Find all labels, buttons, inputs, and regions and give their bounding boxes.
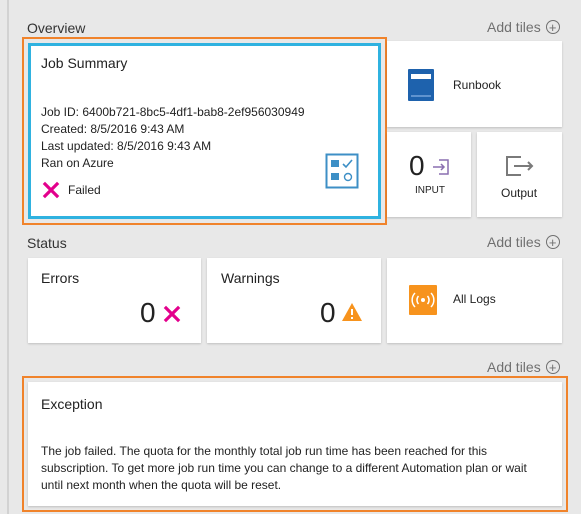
input-label: INPUT xyxy=(415,185,445,196)
plus-circle-icon: + xyxy=(545,20,560,34)
warnings-count: 0 xyxy=(320,297,336,328)
input-tile[interactable] xyxy=(387,132,471,217)
left-divider xyxy=(7,0,9,514)
error-x-icon xyxy=(163,305,181,323)
runbook-book-icon xyxy=(408,69,434,101)
add-tiles-label: Add tiles xyxy=(487,359,541,375)
exception-add-tiles-button[interactable]: Add tiles + xyxy=(487,359,560,375)
add-tiles-label: Add tiles xyxy=(487,19,541,35)
input-arrow-icon xyxy=(433,159,449,175)
plus-circle-icon: + xyxy=(545,235,560,249)
add-tiles-label: Add tiles xyxy=(487,234,541,250)
job-created: Created: 8/5/2016 9:43 AM xyxy=(41,122,185,136)
errors-label: Errors xyxy=(41,270,80,286)
job-summary-title: Job Summary xyxy=(41,55,128,71)
overview-add-tiles-button[interactable]: Add tiles + xyxy=(487,19,560,35)
job-ran-on: Ran on Azure xyxy=(41,156,114,170)
job-summary-icon xyxy=(325,153,359,189)
job-status-label: Failed xyxy=(68,183,101,197)
output-label: Output xyxy=(501,186,538,200)
job-id: Job ID: 6400b721-8bc5-4df1-bab8-2ef95603… xyxy=(41,105,305,119)
all-logs-label: All Logs xyxy=(453,292,496,306)
job-details: Job ID: 6400b721-8bc5-4df1-bab8-2ef95603… xyxy=(41,104,305,172)
exception-title: Exception xyxy=(41,396,103,412)
failed-x-icon xyxy=(42,181,60,199)
status-section-title: Status xyxy=(27,235,67,251)
runbook-label: Runbook xyxy=(453,78,502,92)
exception-message: The job failed. The quota for the monthl… xyxy=(41,444,527,492)
job-status: Failed xyxy=(42,181,101,199)
status-add-tiles-button[interactable]: Add tiles + xyxy=(487,234,560,250)
errors-count: 0 xyxy=(140,297,156,328)
input-count: 0 xyxy=(409,150,425,181)
output-arrow-icon xyxy=(506,156,534,176)
warning-triangle-icon xyxy=(342,303,362,321)
job-last-updated: Last updated: 8/5/2016 9:43 AM xyxy=(41,139,212,153)
plus-circle-icon: + xyxy=(545,360,560,374)
warnings-label: Warnings xyxy=(221,270,280,286)
overview-section-title: Overview xyxy=(27,20,86,36)
all-logs-icon xyxy=(409,285,437,315)
